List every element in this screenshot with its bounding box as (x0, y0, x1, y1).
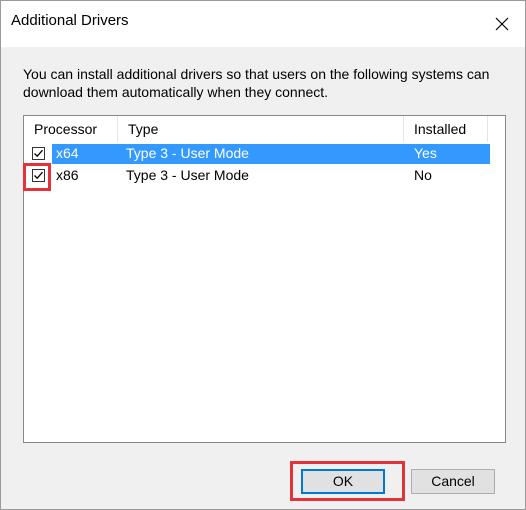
close-icon (495, 17, 509, 31)
driver-installed: No (414, 167, 432, 183)
highlight-box-checkbox (23, 163, 51, 191)
highlight-box-ok (290, 461, 405, 501)
list-header: Processor Type Installed (24, 116, 505, 142)
column-header-installed[interactable]: Installed (404, 116, 488, 142)
checkmark-icon (34, 149, 43, 158)
driver-type: Type 3 - User Mode (126, 167, 249, 183)
drivers-list[interactable]: Processor Type Installed x64 Type 3 - Us… (23, 115, 506, 443)
cancel-button[interactable]: Cancel (411, 469, 495, 494)
additional-drivers-dialog: Additional Drivers You can install addit… (0, 0, 526, 510)
driver-processor: x86 (56, 167, 79, 183)
driver-row-x86[interactable]: x86 Type 3 - User Mode No (26, 166, 490, 186)
description-text: You can install additional drivers so th… (23, 66, 490, 100)
title-bar: Additional Drivers (1, 1, 525, 47)
driver-checkbox-x64[interactable] (32, 147, 45, 160)
window-title: Additional Drivers (11, 12, 129, 29)
close-button[interactable] (479, 1, 525, 47)
column-header-processor[interactable]: Processor (24, 116, 118, 142)
driver-installed: Yes (414, 145, 437, 161)
driver-row-x64[interactable]: x64 Type 3 - User Mode Yes (26, 144, 490, 164)
driver-type: Type 3 - User Mode (126, 145, 249, 161)
column-header-type[interactable]: Type (118, 116, 404, 142)
driver-processor: x64 (56, 145, 79, 161)
